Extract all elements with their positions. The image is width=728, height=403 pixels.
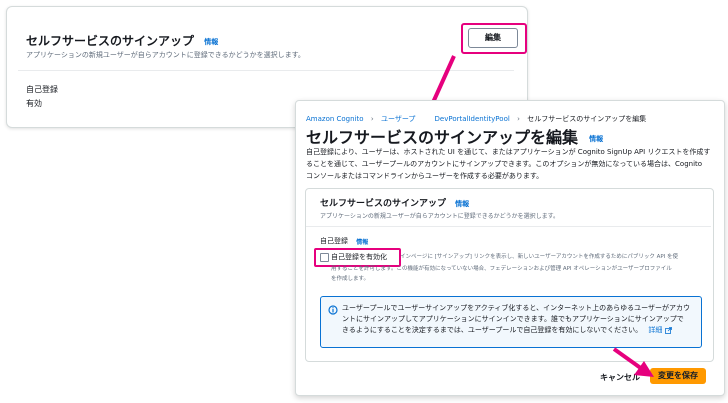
page-title: セルフサービスのサインアップを編集 (306, 128, 579, 147)
self-registration-label-row: 自己登録 情報 (320, 236, 368, 246)
info-icon (328, 305, 338, 315)
edit-button-highlight (461, 23, 527, 54)
section-title-row: セルフサービスのサインアップ 情報 (320, 196, 469, 209)
learn-more-link[interactable]: 詳細 (648, 326, 662, 334)
section-description: アプリケーションの新規ユーザーが自らアカウントに登録できるかどうかを選択します。 (320, 213, 560, 220)
page-description-line: ることを通じて、ユーザープールのアカウントにサインアップできます。このオプション… (306, 160, 703, 168)
breadcrumb-item-current: セルフサービスのサインアップを編集 (527, 115, 647, 123)
alert-line: ントにサインアップしてアプリケーションにサインインできます。誰でもアプリケーショ… (342, 315, 684, 323)
back-self-registration-value: 有効 (26, 99, 42, 108)
back-card-info-link[interactable]: 情報 (204, 38, 218, 46)
alert-text: ユーザープールでユーザーサインアップをアクティブ化すると、インターネット上のあら… (342, 303, 694, 336)
page-title-info-link[interactable]: 情報 (589, 135, 603, 143)
help-line: 用することを許可します。この機能が有効になっていない場合、フェデレーションおよび… (331, 266, 672, 272)
self-registration-help-rest: 用することを許可します。この機能が有効になっていない場合、フェデレーションおよび… (331, 264, 703, 284)
section-title: セルフサービスのサインアップ (320, 199, 447, 209)
pink-arrow-icon (612, 347, 654, 377)
page-description-line: コンソールまたはコマンドラインからユーザーを作成する必要があります。 (306, 172, 544, 180)
section-info-link[interactable]: 情報 (455, 200, 469, 208)
breadcrumb-item-pool[interactable]: DevPortalIdentityPool (435, 115, 510, 123)
back-card-title-row: セルフサービスのサインアップ 情報 (26, 32, 218, 49)
self-registration-info-link[interactable]: 情報 (356, 239, 368, 246)
alert-line: ユーザープールでユーザーサインアップをアクティブ化すると、インターネット上のあら… (342, 304, 690, 312)
alert-line-last: きるようにすることを決定するまでは、ユーザープールで自己登録を有効にしないでくだ… (342, 325, 694, 336)
external-link-icon[interactable] (664, 326, 672, 334)
breadcrumb-separator-icon: › (368, 115, 376, 123)
breadcrumb-item-user-pools[interactable]: ユーザープ (381, 115, 415, 123)
page-description: 自己登録により、ユーザーは、ホストされた UI を通じて、またはアプリケーション… (306, 146, 716, 182)
breadcrumb-separator-icon: › (514, 115, 523, 123)
page-description-line: 自己登録により、ユーザーは、ホストされた UI を通じて、またはアプリケーション… (306, 148, 711, 156)
self-registration-label: 自己登録 (320, 237, 348, 245)
breadcrumb-item-cognito[interactable]: Amazon Cognito (306, 115, 364, 123)
back-self-registration-label: 自己登録 (26, 85, 58, 94)
page-title-row: セルフサービスのサインアップを編集 情報 (306, 124, 603, 148)
back-card-title: セルフサービスのサインアップ (26, 34, 195, 48)
back-card-description: アプリケーションの新規ユーザーが自らアカウントに登録できるかどうかを選択します。 (26, 51, 305, 59)
self-registration-help-first: インページに [サインアップ] リンクを表示し、新しいユーザーアカウントを作成す… (400, 254, 679, 260)
breadcrumb: Amazon Cognito › ユーザープ DevPortalIdentity… (306, 106, 646, 125)
section-divider (306, 226, 711, 227)
help-line: を作成します。 (331, 276, 369, 282)
